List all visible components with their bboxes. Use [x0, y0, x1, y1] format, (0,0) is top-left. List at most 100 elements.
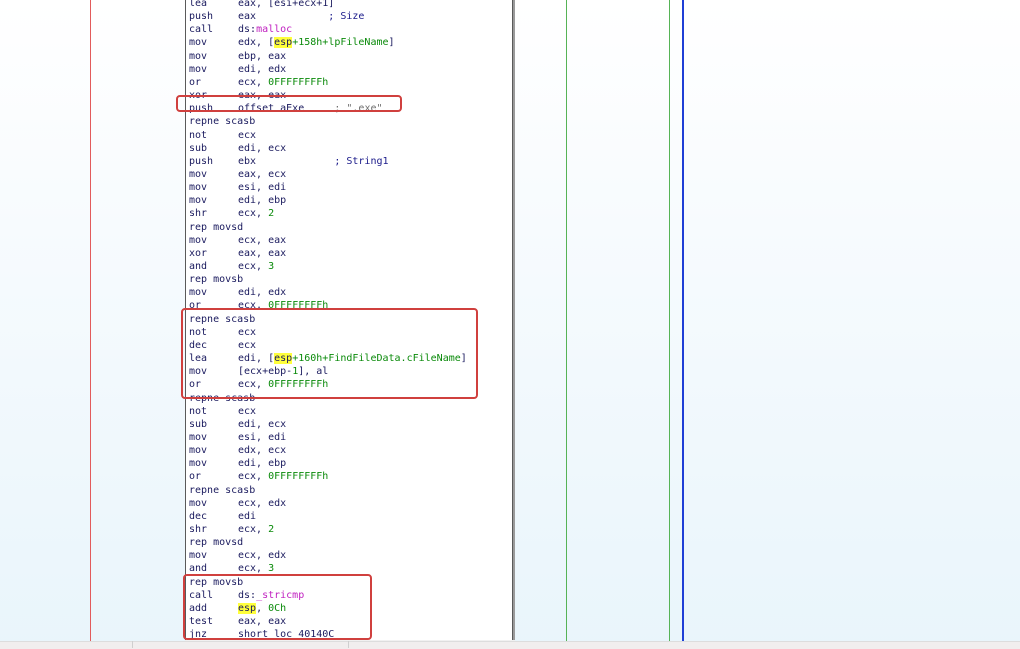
asm-operand: eax, eax — [238, 247, 287, 259]
asm-mnemonic: mov — [189, 431, 208, 443]
asm-line[interactable]: mov edi, edx — [189, 286, 286, 299]
asm-line[interactable]: call ds:malloc — [189, 23, 292, 36]
asm-operand: 3 — [268, 261, 275, 272]
asm-mnemonic: push — [189, 155, 214, 167]
asm-mnemonic: rep movsd — [189, 537, 244, 549]
asm-operand[interactable]: malloc — [256, 24, 292, 35]
asm-mnemonic: mov — [189, 50, 208, 62]
asm-mnemonic: shr — [189, 208, 208, 220]
asm-mnemonic: mov — [189, 458, 208, 470]
asm-line[interactable]: repne scasb — [189, 115, 255, 128]
asm-line[interactable]: mov ecx, eax — [189, 234, 286, 247]
asm-operand: 2 — [268, 524, 275, 535]
asm-operand: edi — [238, 510, 257, 522]
asm-line[interactable]: xor eax, eax — [189, 247, 286, 260]
asm-mnemonic: mov — [189, 550, 208, 562]
asm-line[interactable]: rep movsb — [189, 273, 243, 286]
asm-operand: 0FFFFFFFFh — [268, 76, 329, 88]
asm-mnemonic: rep movsb — [189, 274, 244, 286]
asm-operand: ] — [388, 37, 395, 49]
asm-line[interactable]: sub edi, ecx — [189, 418, 286, 431]
asm-mnemonic: dec — [189, 510, 208, 522]
asm-operand: 3 — [268, 563, 275, 575]
asm-mnemonic: not — [189, 405, 208, 417]
asm-line[interactable]: shr ecx, 2 — [189, 207, 274, 220]
asm-mnemonic: repne scasb — [189, 116, 256, 128]
asm-line[interactable]: mov edi, edx — [189, 63, 286, 76]
asm-operand: eax, [esi+ecx+1] — [238, 0, 335, 9]
asm-mnemonic: and — [189, 261, 208, 272]
asm-operand: edx, [ — [238, 37, 275, 49]
asm-mnemonic: call — [189, 24, 214, 36]
asm-operand: ebx — [238, 155, 257, 167]
asm-mnemonic: not — [189, 129, 208, 141]
asm-line[interactable]: rep movsd — [189, 221, 243, 234]
asm-line[interactable]: lea eax, [esi+ecx+1] — [189, 0, 334, 10]
asm-operand: eax — [238, 11, 257, 23]
asm-line[interactable]: not ecx — [189, 129, 256, 142]
asm-operand: esi, edi — [238, 182, 287, 194]
annotation-box-stricmp-call — [183, 574, 372, 640]
asm-operand: edx, ecx — [238, 445, 287, 457]
asm-operand: edi, ecx — [238, 142, 287, 154]
asm-operand: ; Size — [256, 11, 365, 23]
asm-mnemonic: shr — [189, 524, 208, 535]
asm-mnemonic: push — [189, 11, 214, 23]
graph-edge-green — [566, 0, 567, 648]
graph-edge-green — [669, 0, 670, 648]
asm-line[interactable]: mov esi, edi — [189, 431, 286, 444]
asm-mnemonic: lea — [189, 0, 208, 9]
asm-operand: edi, ebp — [238, 195, 287, 207]
asm-operand: ds: — [238, 24, 257, 36]
asm-line[interactable]: mov eax, ecx — [189, 168, 286, 181]
asm-operand: ecx, — [238, 208, 269, 220]
asm-mnemonic: mov — [189, 168, 208, 180]
asm-line[interactable]: or ecx, 0FFFFFFFFh — [189, 470, 328, 483]
asm-line[interactable]: mov edx, ecx — [189, 444, 286, 457]
asm-operand: edi, ecx — [238, 418, 287, 430]
asm-line[interactable]: mov edx, [esp+158h+lpFileName] — [189, 36, 395, 49]
asm-mnemonic: mov — [189, 182, 208, 194]
asm-line[interactable]: sub edi, ecx — [189, 142, 286, 155]
asm-mnemonic: rep movsd — [189, 221, 244, 233]
graph-edge-blue — [682, 0, 684, 648]
asm-line[interactable]: dec edi — [189, 510, 256, 523]
annotation-box-exe-push — [176, 95, 402, 112]
asm-operand: ; String1 — [256, 155, 389, 167]
asm-operand: ebp, eax — [238, 50, 287, 62]
asm-mnemonic: mov — [189, 63, 208, 75]
asm-line[interactable]: push eax ; Size — [189, 10, 364, 23]
asm-mnemonic: sub — [189, 142, 208, 154]
asm-line[interactable]: rep movsd — [189, 536, 243, 549]
asm-operand: ecx, — [238, 76, 269, 88]
asm-line[interactable]: and ecx, 3 — [189, 260, 274, 273]
asm-mnemonic: or — [189, 76, 202, 88]
asm-operand: edi, edx — [238, 63, 287, 75]
asm-line[interactable]: mov ecx, edx — [189, 549, 286, 562]
asm-mnemonic: sub — [189, 418, 208, 430]
asm-line[interactable]: shr ecx, 2 — [189, 523, 274, 536]
asm-line[interactable]: repne scasb — [189, 484, 255, 497]
asm-line[interactable]: mov edi, ebp — [189, 194, 286, 207]
graph-edge-red — [90, 0, 91, 648]
asm-operand: ecx, — [238, 563, 269, 575]
asm-operand: +158h+ — [292, 37, 329, 49]
asm-line[interactable]: mov ebp, eax — [189, 50, 286, 63]
asm-operand: 2 — [268, 208, 275, 220]
asm-line[interactable]: or ecx, 0FFFFFFFFh — [189, 76, 328, 89]
asm-line[interactable]: mov edi, ebp — [189, 457, 286, 470]
asm-mnemonic: mov — [189, 234, 208, 246]
asm-mnemonic: repne scasb — [189, 484, 256, 496]
asm-line[interactable]: not ecx — [189, 405, 256, 418]
asm-operand: edi, edx — [238, 287, 287, 299]
asm-operand: ecx, edx — [238, 497, 287, 509]
asm-operand: lpFileName — [328, 37, 389, 49]
asm-mnemonic: mov — [189, 37, 208, 49]
asm-line[interactable]: mov ecx, edx — [189, 497, 286, 510]
asm-operand: ecx, — [238, 524, 269, 535]
asm-line[interactable]: push ebx ; String1 — [189, 155, 389, 168]
asm-operand: ecx, eax — [238, 234, 287, 246]
asm-mnemonic: xor — [189, 247, 208, 259]
asm-operand: ecx — [238, 129, 257, 141]
asm-line[interactable]: mov esi, edi — [189, 181, 286, 194]
